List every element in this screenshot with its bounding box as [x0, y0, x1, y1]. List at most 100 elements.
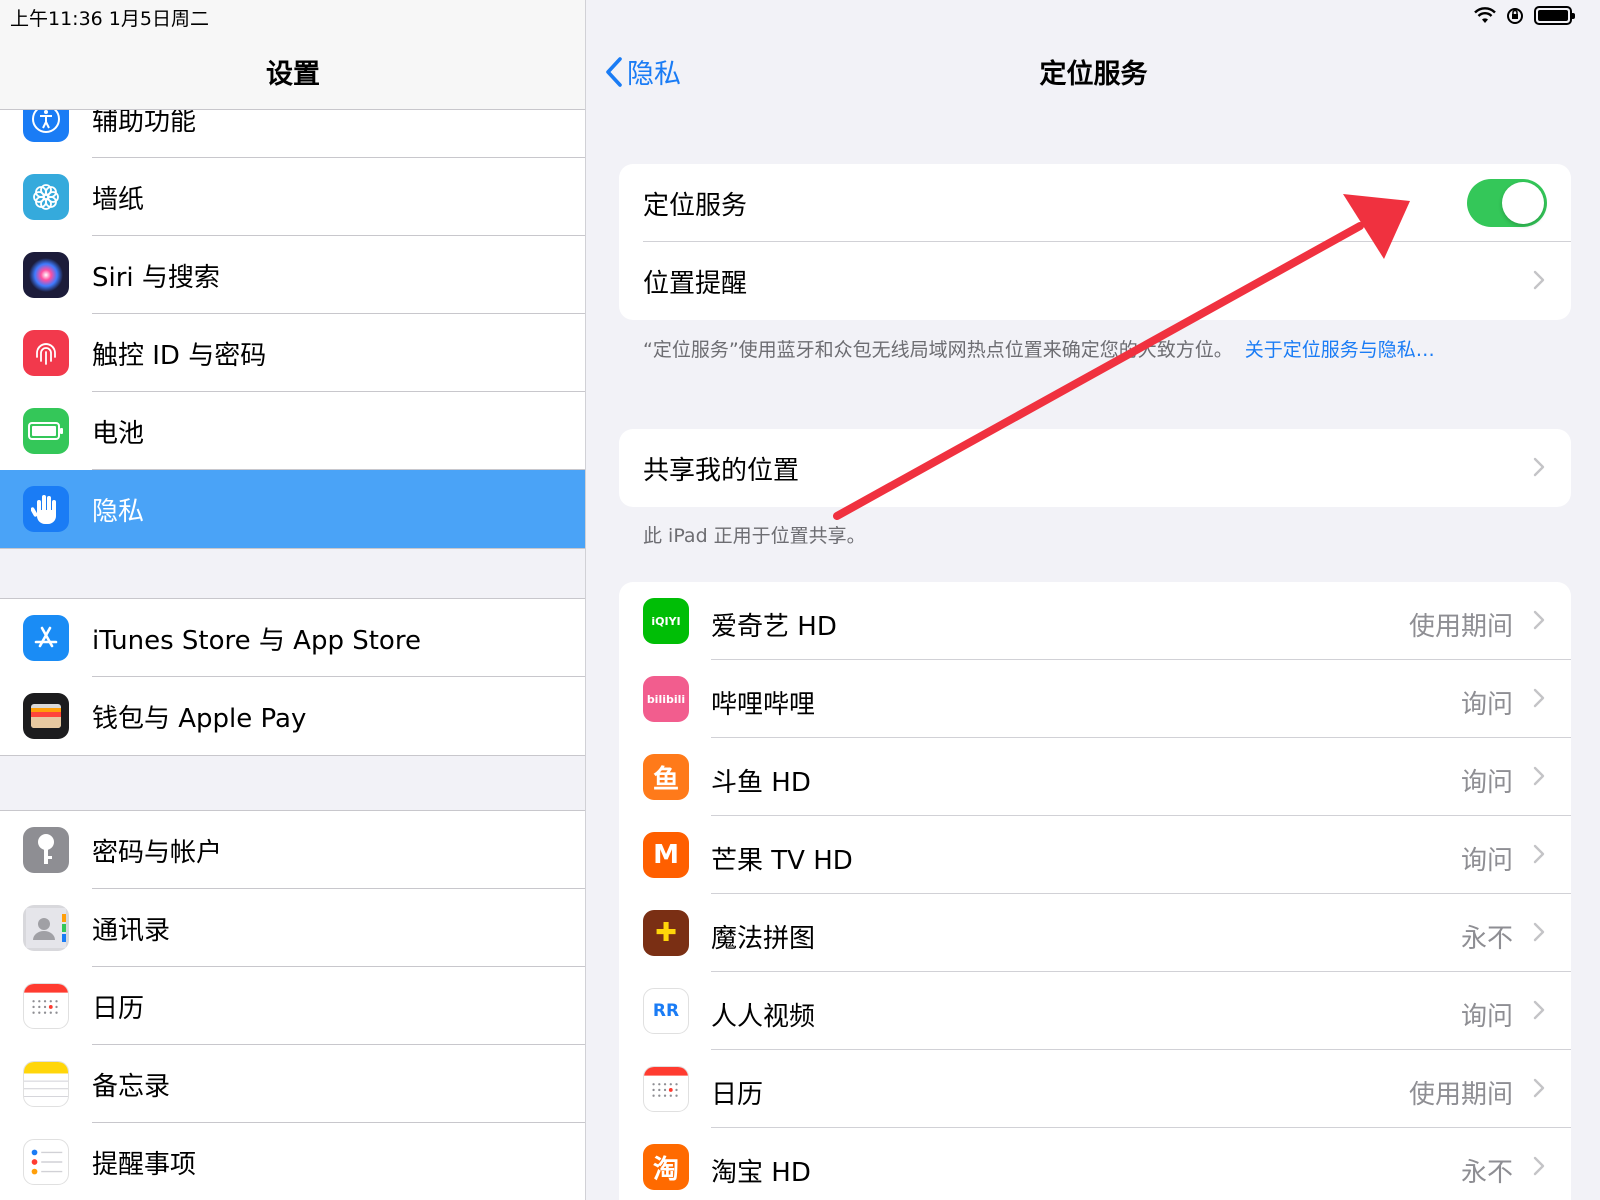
settings-item-calendar[interactable]: 日历 [0, 967, 585, 1045]
location-services-card: 定位服务 位置提醒 [619, 164, 1571, 320]
app-permission-value: 永不 [1460, 1158, 1513, 1188]
wifi-icon [1474, 7, 1496, 23]
app-permission-value: 询问 [1460, 1002, 1513, 1032]
wallet-icon [23, 693, 69, 739]
app-name: 斗鱼 HD [711, 768, 811, 798]
settings-item-contacts[interactable]: 通讯录 [0, 889, 585, 967]
footnote-text: “定位服务”使用蓝牙和众包无线局域网热点位置来确定您的大致方位。 [643, 339, 1233, 361]
contacts-icon [23, 905, 69, 951]
hand-icon [23, 486, 69, 532]
status-bar: 上午11:36 1月5日周二 [0, 0, 1600, 32]
settings-item-label: Siri 与搜索 [92, 262, 220, 293]
app-icon-glyph: M [653, 840, 679, 870]
app-row[interactable]: 鱼 斗鱼 HD 询问 [619, 738, 1571, 816]
settings-item-battery[interactable]: 电池 [0, 392, 585, 470]
app-icon-glyph: RR [652, 1001, 680, 1021]
settings-item-notes[interactable]: 备忘录 [0, 1045, 585, 1123]
chevron-right-icon [1533, 1078, 1545, 1098]
app-permission-value: 使用期间 [1408, 1080, 1513, 1110]
app-store-icon [23, 615, 69, 661]
app-permission-value: 询问 [1460, 768, 1513, 798]
settings-item-label: 触控 ID 与密码 [92, 340, 267, 371]
battery-icon [23, 408, 69, 454]
app-row[interactable]: M 芒果 TV HD 询问 [619, 816, 1571, 894]
taobao-icon: 淘 [643, 1144, 689, 1190]
chevron-right-icon [1533, 688, 1545, 708]
calendar-icon [23, 983, 69, 1029]
privacy-info-link[interactable]: 关于定位服务与隐私… [1245, 339, 1435, 361]
settings-sidebar: 辅助功能 墙纸 Siri 与搜索 触控 ID 与密码 电池 隐私 iTunes … [0, 0, 586, 1200]
chevron-right-icon [1533, 844, 1545, 864]
battery-indicator [1534, 6, 1575, 25]
renren-icon: RR [643, 988, 689, 1034]
settings-item-reminders[interactable]: 提醒事项 [0, 1123, 585, 1200]
location-services-pane: 隐私 定位服务 定位服务 位置提醒 “定位服务”使用蓝牙和众包无线局域网热点位置… [587, 0, 1600, 1200]
app-permission-value: 永不 [1460, 924, 1513, 954]
siri-icon [23, 252, 69, 298]
settings-item-label: 日历 [92, 993, 145, 1024]
status-icons [1474, 6, 1575, 25]
app-icon-glyph: iQIYI [651, 614, 681, 628]
app-icon-glyph: ✚ [655, 918, 677, 948]
douyu-icon: 鱼 [643, 754, 689, 800]
app-row[interactable]: 淘 淘宝 HD 永不 [619, 1128, 1571, 1200]
app-permission-value: 询问 [1460, 690, 1513, 720]
location-services-row: 定位服务 [619, 164, 1571, 242]
app-name: 魔法拼图 [711, 924, 816, 954]
settings-item-wallet[interactable]: 钱包与 Apple Pay [0, 677, 585, 755]
sidebar-title: 设置 [266, 59, 320, 90]
app-name: 爱奇艺 HD [711, 612, 837, 642]
mango-tv-icon: M [643, 832, 689, 878]
location-services-toggle[interactable] [1467, 179, 1547, 227]
app-name: 哔哩哔哩 [711, 690, 816, 720]
app-row[interactable]: ✚ 魔法拼图 永不 [619, 894, 1571, 972]
orientation-lock-icon [1507, 7, 1523, 24]
settings-item-label: 钱包与 Apple Pay [92, 703, 307, 734]
chevron-right-icon [1533, 457, 1545, 477]
reminders-icon [23, 1139, 69, 1185]
app-row[interactable]: bilibili 哔哩哔哩 询问 [619, 660, 1571, 738]
chevron-right-icon [1533, 1000, 1545, 1020]
calendar-icon [643, 1066, 689, 1112]
settings-item-label: 密码与帐户 [92, 837, 223, 868]
app-icon-glyph: 鱼 [652, 764, 679, 795]
settings-item-label: 备忘录 [92, 1071, 171, 1102]
iqiyi-icon: iQIYI [643, 598, 689, 644]
app-permission-value: 使用期间 [1408, 612, 1513, 642]
settings-item-touch-id[interactable]: 触控 ID 与密码 [0, 314, 585, 392]
chevron-right-icon [1533, 922, 1545, 942]
app-name: 日历 [711, 1080, 764, 1110]
settings-group-3: 密码与帐户 通讯录 日历 备忘录 提醒事项 [0, 810, 585, 1200]
share-location-label: 共享我的位置 [643, 455, 800, 486]
app-row[interactable]: 日历 使用期间 [619, 1050, 1571, 1128]
app-name: 人人视频 [711, 1002, 816, 1032]
settings-item-app-store[interactable]: iTunes Store 与 App Store [0, 599, 585, 677]
settings-item-label: iTunes Store 与 App Store [92, 625, 421, 656]
location-services-label: 定位服务 [643, 190, 748, 221]
settings-item-label: 通讯录 [92, 915, 171, 946]
location-alerts-label: 位置提醒 [643, 268, 748, 299]
settings-item-privacy[interactable]: 隐私 [0, 470, 585, 548]
app-row[interactable]: RR 人人视频 询问 [619, 972, 1571, 1050]
status-time: 上午11:36 1月5日周二 [10, 8, 209, 30]
chevron-right-icon [1533, 270, 1545, 290]
settings-item-label: 提醒事项 [92, 1149, 197, 1180]
app-name: 芒果 TV HD [711, 846, 853, 876]
flower-icon [23, 174, 69, 220]
share-location-card: 共享我的位置 [619, 429, 1571, 507]
settings-item-siri[interactable]: Siri 与搜索 [0, 236, 585, 314]
app-row[interactable]: iQIYI 爱奇艺 HD 使用期间 [619, 582, 1571, 660]
share-location-footnote: 此 iPad 正用于位置共享。 [643, 525, 866, 547]
settings-item-passwords[interactable]: 密码与帐户 [0, 811, 585, 889]
app-permission-value: 询问 [1460, 846, 1513, 876]
notes-icon [23, 1061, 69, 1107]
app-name: 淘宝 HD [711, 1158, 811, 1188]
settings-item-label: 隐私 [92, 496, 145, 527]
chevron-right-icon [1533, 610, 1545, 630]
location-alerts-row[interactable]: 位置提醒 [619, 242, 1571, 320]
settings-item-label: 电池 [92, 418, 145, 449]
settings-item-wallpaper[interactable]: 墙纸 [0, 158, 585, 236]
share-location-row[interactable]: 共享我的位置 [619, 429, 1571, 507]
settings-group-1: 辅助功能 墙纸 Siri 与搜索 触控 ID 与密码 电池 隐私 [0, 80, 585, 549]
bilibili-icon: bilibili [643, 676, 689, 722]
